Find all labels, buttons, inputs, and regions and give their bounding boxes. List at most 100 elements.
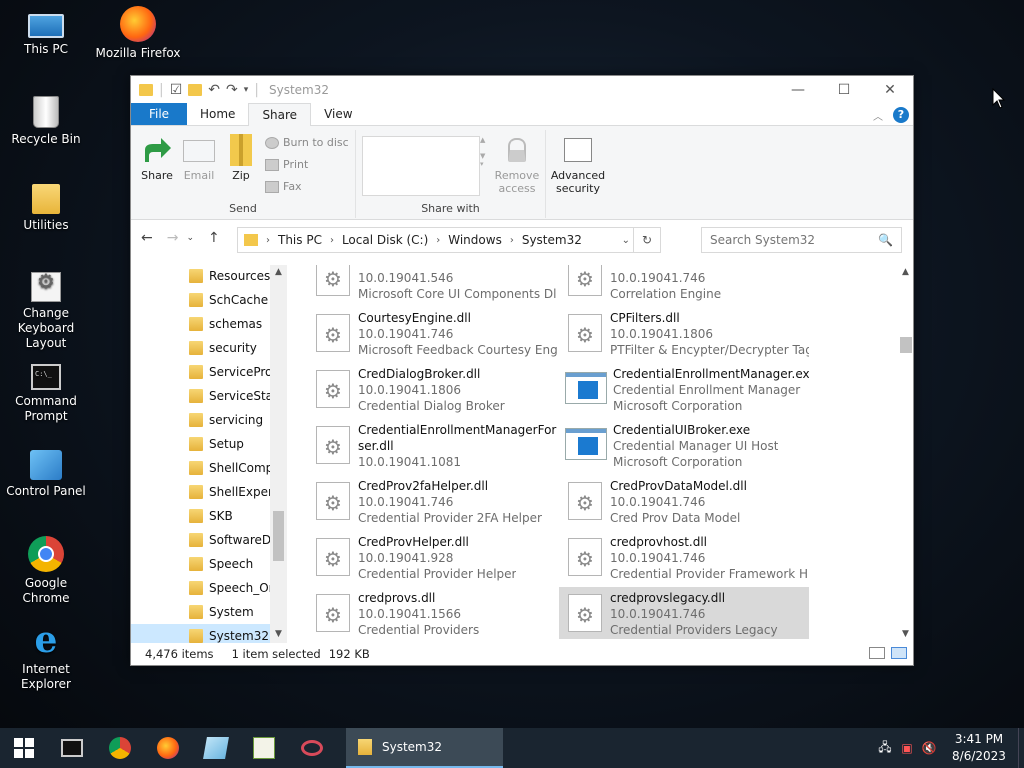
tab-view[interactable]: View	[311, 103, 365, 125]
show-desktop-button[interactable]	[1018, 728, 1024, 768]
customize-dropdown-icon[interactable]: ▾	[244, 85, 249, 95]
new-folder-icon[interactable]	[188, 84, 203, 96]
taskbar-notepad[interactable]	[192, 728, 240, 768]
tree-item[interactable]: ServiceState	[131, 384, 270, 408]
redo-icon[interactable]: ↷	[226, 82, 238, 98]
tree-item[interactable]: ShellCompo	[131, 456, 270, 480]
desktop-icon-this-pc[interactable]: This PC	[0, 8, 92, 57]
file-item[interactable]: credprovslegacy.dll 10.0.19041.746 Credent…	[559, 587, 809, 639]
desktop-icon-internet-explorer[interactable]: e Internet Explorer	[0, 622, 92, 692]
forward-arrow-icon[interactable]: →	[167, 230, 179, 246]
desktop-icon-control-panel[interactable]: Control Panel	[0, 450, 92, 499]
breadcrumb-separator[interactable]: ›	[266, 235, 270, 246]
zip-button[interactable]: Zip	[223, 134, 259, 182]
breadcrumb-separator[interactable]: ›	[510, 235, 514, 246]
taskbar-firefox[interactable]	[144, 728, 192, 768]
print-button[interactable]: Print	[265, 158, 308, 171]
breadcrumb-separator[interactable]: ›	[330, 235, 334, 246]
tree-item[interactable]: Speech_One	[131, 576, 270, 600]
remove-access-button[interactable]: Remove access	[492, 134, 542, 195]
tree-item[interactable]: ServiceProfi	[131, 360, 270, 384]
file-item[interactable]: 10.0.19041.746 Correlation Engine	[559, 265, 809, 303]
desktop-icon-utilities[interactable]: Utilities	[0, 184, 92, 233]
recent-locations-icon[interactable]: ⌄	[186, 233, 194, 246]
address-bar[interactable]: › This PC › Local Disk (C:) › Windows › …	[237, 227, 661, 253]
search-input[interactable]	[710, 233, 870, 247]
tree-item[interactable]: SKB	[131, 504, 270, 528]
taskbar-snipping-tool[interactable]	[288, 728, 336, 768]
taskbar-command-prompt[interactable]	[48, 728, 96, 768]
breadcrumb-separator[interactable]: ›	[436, 235, 440, 246]
file-item[interactable]: CredProvDataModel.dll 10.0.19041.746 Cred …	[559, 475, 809, 527]
close-button[interactable]: ✕	[867, 76, 913, 104]
scroll-up-icon[interactable]: ▲	[270, 267, 287, 277]
desktop-icon-command-prompt[interactable]: Command Prompt	[0, 360, 92, 424]
file-item[interactable]: credprovhost.dll 10.0.19041.746 Credential…	[559, 531, 809, 583]
file-item[interactable]: CredDialogBroker.dll 10.0.19041.1806 Crede…	[307, 363, 557, 415]
up-arrow-icon[interactable]: ↑	[208, 230, 220, 246]
tree-item[interactable]: SoftwareDis	[131, 528, 270, 552]
share-with-list[interactable]	[362, 136, 480, 196]
tree-item[interactable]: schemas	[131, 312, 270, 336]
breadcrumb-windows[interactable]: Windows	[448, 233, 502, 247]
scroll-up-icon[interactable]: ▲	[897, 267, 913, 277]
tab-home[interactable]: Home	[187, 103, 248, 125]
search-icon[interactable]: 🔍	[878, 233, 893, 247]
breadcrumb-this-pc[interactable]: This PC	[278, 233, 322, 247]
back-arrow-icon[interactable]: ←	[141, 230, 153, 246]
collapse-ribbon-icon[interactable]: ︿	[873, 108, 883, 123]
file-item[interactable]: CPFilters.dll 10.0.19041.1806 PTFilter & E…	[559, 307, 809, 359]
desktop-icon-firefox[interactable]: Mozilla Firefox	[92, 6, 184, 61]
volume-muted-icon[interactable]: 🔇	[918, 741, 940, 755]
help-icon[interactable]: ?	[893, 107, 909, 123]
file-item[interactable]: CredProv2faHelper.dll 10.0.19041.746 Crede…	[307, 475, 557, 527]
minimize-button[interactable]: —	[775, 76, 821, 104]
scroll-down-icon[interactable]: ▼	[897, 629, 913, 639]
desktop-icon-recycle-bin[interactable]: Recycle Bin	[0, 96, 92, 147]
tree-item[interactable]: servicing	[131, 408, 270, 432]
tree-item[interactable]: System32	[131, 624, 270, 643]
taskbar-chrome[interactable]	[96, 728, 144, 768]
taskbar-explorer-window[interactable]: System32	[346, 728, 503, 768]
file-item[interactable]: credprovs.dll 10.0.19041.1566 Credential P…	[307, 587, 557, 639]
display-icon[interactable]: ▣	[896, 741, 918, 755]
search-box[interactable]: 🔍	[701, 227, 902, 253]
breadcrumb-system32[interactable]: System32	[522, 233, 582, 247]
file-list-scrollbar[interactable]: ▲ ▼	[897, 265, 913, 643]
scrollbar-thumb[interactable]	[273, 511, 284, 561]
tiles-view-icon[interactable]	[891, 647, 907, 659]
tab-share[interactable]: Share	[248, 103, 312, 126]
share-button[interactable]: Share	[139, 134, 175, 182]
tree-item[interactable]: Setup	[131, 432, 270, 456]
email-button[interactable]: Email	[181, 134, 217, 182]
desktop-icon-chrome[interactable]: Google Chrome	[0, 536, 92, 606]
tree-item[interactable]: security	[131, 336, 270, 360]
clock[interactable]: 3:41 PM 8/6/2023	[940, 731, 1018, 765]
file-item[interactable]: CredentialEnrollmentManagerForU ser.dll 10…	[307, 419, 557, 471]
network-icon[interactable]: 🖧	[874, 738, 896, 759]
undo-icon[interactable]: ↶	[208, 82, 220, 98]
address-dropdown-icon[interactable]: ⌄	[622, 235, 630, 246]
file-item[interactable]: CredProvHelper.dll 10.0.19041.928 Credenti…	[307, 531, 557, 583]
tree-item[interactable]: SchCache	[131, 288, 270, 312]
file-item[interactable]: CredentialEnrollmentManager.exe Credentia…	[559, 363, 809, 415]
tree-item[interactable]: ShellExperie	[131, 480, 270, 504]
burn-to-disc-button[interactable]: Burn to disc	[265, 136, 349, 149]
advanced-security-button[interactable]: Advanced security	[550, 134, 606, 195]
maximize-button[interactable]: ☐	[821, 76, 867, 104]
properties-icon[interactable]: ☑	[170, 82, 183, 98]
tab-file[interactable]: File	[131, 103, 187, 125]
fax-button[interactable]: Fax	[265, 180, 302, 193]
start-button[interactable]	[0, 728, 48, 768]
desktop-icon-change-keyboard-layout[interactable]: Change Keyboard Layout	[0, 272, 92, 351]
tree-item[interactable]: Speech	[131, 552, 270, 576]
file-item[interactable]: CredentialUIBroker.exe Credential Manager…	[559, 419, 809, 471]
details-view-icon[interactable]	[869, 647, 885, 659]
tree-item[interactable]: System	[131, 600, 270, 624]
file-item[interactable]: 10.0.19041.546 Microsoft Core UI Componen…	[307, 265, 557, 303]
scroll-down-icon[interactable]: ▼	[270, 629, 287, 639]
scrollbar-thumb[interactable]	[900, 337, 912, 353]
refresh-icon[interactable]: ↻	[633, 227, 661, 253]
taskbar-spreadsheet[interactable]	[240, 728, 288, 768]
share-with-scroll[interactable]: ▲ ▼ ▾	[480, 136, 490, 196]
